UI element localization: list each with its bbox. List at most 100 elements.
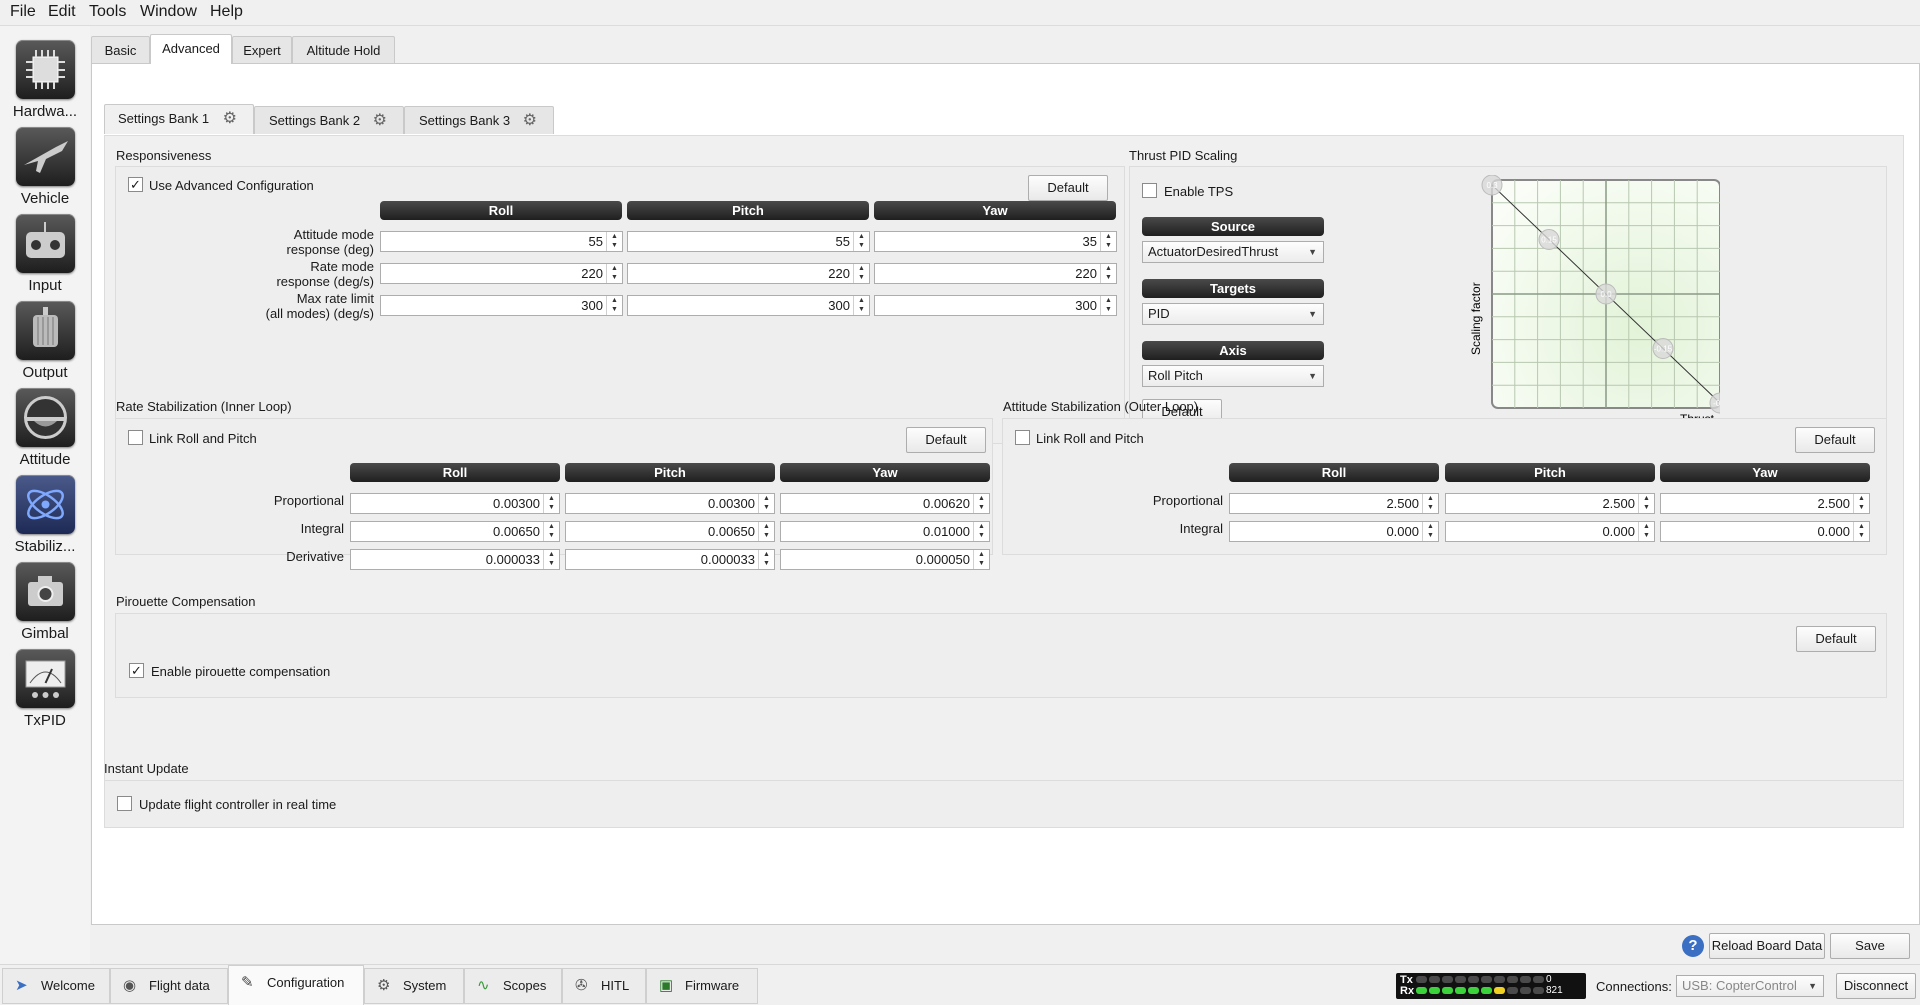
spin-arrows-icon[interactable]: ▲ ▼	[1100, 264, 1116, 283]
spin-arrows-icon[interactable]: ▲ ▼	[543, 550, 559, 569]
menu-edit[interactable]: Edit	[48, 3, 76, 21]
responsiveness-pitch-spinbox[interactable]: 55 ▲ ▼	[627, 231, 870, 252]
attitude-roll-spinbox[interactable]: 2.500 ▲ ▼	[1229, 493, 1439, 514]
spin-arrows-icon[interactable]: ▲ ▼	[1100, 232, 1116, 251]
targets-select[interactable]: PID ▼	[1142, 303, 1324, 325]
help-icon[interactable]: ?	[1682, 935, 1704, 957]
responsiveness-yaw-spinbox[interactable]: 300 ▲ ▼	[874, 295, 1117, 316]
save-button[interactable]: Save	[1830, 933, 1910, 959]
rate-yaw-spinbox[interactable]: 0.00620 ▲ ▼	[780, 493, 990, 514]
responsiveness-pitch-spinbox[interactable]: 300 ▲ ▼	[627, 295, 870, 316]
attitude-yaw-spinbox[interactable]: 2.500 ▲ ▼	[1660, 493, 1870, 514]
attitude-yaw-spinbox[interactable]: 0.000 ▲ ▼	[1660, 521, 1870, 542]
spin-arrows-icon[interactable]: ▲ ▼	[973, 494, 989, 513]
responsiveness-default-button[interactable]: Default	[1028, 175, 1108, 201]
sidebar-item-vehicle[interactable]: Vehicle	[0, 121, 90, 208]
tab-system[interactable]: ⚙ System	[364, 968, 464, 1004]
tab-expert[interactable]: Expert	[232, 36, 292, 64]
rate-mode-label: Rate mode response (deg/s)	[276, 259, 374, 289]
use-advanced-checkbox[interactable]: ✓	[128, 177, 143, 192]
responsiveness-roll-spinbox[interactable]: 55 ▲ ▼	[380, 231, 623, 252]
attitude-pitch-spinbox[interactable]: 2.500 ▲ ▼	[1445, 493, 1655, 514]
spin-arrows-icon[interactable]: ▲ ▼	[606, 232, 622, 251]
spin-arrows-icon[interactable]: ▲ ▼	[606, 264, 622, 283]
tab-basic[interactable]: Basic	[91, 36, 150, 64]
tab-settings-bank-1[interactable]: Settings Bank 1 ⚙	[104, 104, 254, 134]
spin-arrows-icon[interactable]: ▲ ▼	[1638, 494, 1654, 513]
pitch-header: Pitch	[1445, 463, 1655, 482]
sidebar-label: TxPID	[24, 712, 66, 729]
rate-roll-spinbox[interactable]: 0.00650 ▲ ▼	[350, 521, 560, 542]
rate-roll-spinbox[interactable]: 0.00300 ▲ ▼	[350, 493, 560, 514]
spin-arrows-icon[interactable]: ▲ ▼	[606, 296, 622, 315]
rate-roll-spinbox[interactable]: 0.000033 ▲ ▼	[350, 549, 560, 570]
tab-altitude-hold[interactable]: Altitude Hold	[292, 36, 395, 64]
rate-default-button[interactable]: Default	[906, 427, 986, 453]
responsiveness-pitch-spinbox[interactable]: 220 ▲ ▼	[627, 263, 870, 284]
sidebar-item-attitude[interactable]: Attitude	[0, 382, 90, 469]
rate-yaw-spinbox[interactable]: 0.000050 ▲ ▼	[780, 549, 990, 570]
axis-select[interactable]: Roll Pitch ▼	[1142, 365, 1324, 387]
menu-window[interactable]: Window	[140, 3, 197, 21]
sidebar-item-txpid[interactable]: TxPID	[0, 643, 90, 730]
instant-update-checkbox[interactable]	[117, 796, 132, 811]
tps-curve-chart[interactable]: 0.30.150.0-0.15-0.3 Scaling factor Thrus…	[1470, 175, 1720, 425]
sidebar-item-output[interactable]: Output	[0, 295, 90, 382]
spin-arrows-icon[interactable]: ▲ ▼	[1638, 522, 1654, 541]
targets-header: Targets	[1142, 279, 1324, 298]
spin-arrows-icon[interactable]: ▲ ▼	[853, 264, 869, 283]
spin-arrows-icon[interactable]: ▲ ▼	[543, 494, 559, 513]
tab-configuration[interactable]: ✎ Configuration	[228, 965, 364, 1005]
spin-arrows-icon[interactable]: ▲ ▼	[1853, 522, 1869, 541]
rate-pitch-spinbox[interactable]: 0.00650 ▲ ▼	[565, 521, 775, 542]
spin-arrows-icon[interactable]: ▲ ▼	[973, 522, 989, 541]
tab-flight-data[interactable]: ◉ Flight data	[110, 968, 228, 1004]
menu-tools[interactable]: Tools	[89, 3, 126, 21]
spin-arrows-icon[interactable]: ▲ ▼	[543, 522, 559, 541]
spin-arrows-icon[interactable]: ▲ ▼	[758, 494, 774, 513]
spin-arrows-icon[interactable]: ▲ ▼	[973, 550, 989, 569]
source-select[interactable]: ActuatorDesiredThrust ▼	[1142, 241, 1324, 263]
attitude-default-button[interactable]: Default	[1795, 427, 1875, 453]
responsiveness-yaw-spinbox[interactable]: 35 ▲ ▼	[874, 231, 1117, 252]
responsiveness-roll-spinbox[interactable]: 220 ▲ ▼	[380, 263, 623, 284]
spin-arrows-icon[interactable]: ▲ ▼	[1422, 494, 1438, 513]
rate-yaw-spinbox[interactable]: 0.01000 ▲ ▼	[780, 521, 990, 542]
sidebar-item-stabilization[interactable]: Stabiliz...	[0, 469, 90, 556]
tab-welcome[interactable]: ➤ Welcome	[2, 968, 110, 1004]
gear-icon: ⚙	[372, 112, 387, 129]
tab-label: Scopes	[503, 978, 547, 993]
tab-scopes[interactable]: ∿ Scopes	[464, 968, 562, 1004]
spin-arrows-icon[interactable]: ▲ ▼	[758, 550, 774, 569]
tab-advanced[interactable]: Advanced	[150, 34, 232, 64]
menu-help[interactable]: Help	[210, 3, 243, 21]
rate-pitch-spinbox[interactable]: 0.000033 ▲ ▼	[565, 549, 775, 570]
tab-settings-bank-2[interactable]: Settings Bank 2 ⚙	[254, 106, 404, 134]
disconnect-button[interactable]: Disconnect	[1836, 973, 1916, 999]
spin-arrows-icon[interactable]: ▲ ▼	[1853, 494, 1869, 513]
spin-arrows-icon[interactable]: ▲ ▼	[853, 232, 869, 251]
tab-firmware[interactable]: ▣ Firmware	[646, 968, 758, 1004]
attitude-pitch-spinbox[interactable]: 0.000 ▲ ▼	[1445, 521, 1655, 542]
spin-arrows-icon[interactable]: ▲ ▼	[1100, 296, 1116, 315]
spin-arrows-icon[interactable]: ▲ ▼	[1422, 522, 1438, 541]
tab-settings-bank-3[interactable]: Settings Bank 3 ⚙	[404, 106, 554, 134]
sidebar-item-gimbal[interactable]: Gimbal	[0, 556, 90, 643]
responsiveness-roll-spinbox[interactable]: 300 ▲ ▼	[380, 295, 623, 316]
tab-hitl[interactable]: ✇ HITL	[562, 968, 646, 1004]
pirouette-checkbox[interactable]: ✓	[129, 663, 144, 678]
pirouette-default-button[interactable]: Default	[1796, 626, 1876, 652]
responsiveness-yaw-spinbox[interactable]: 220 ▲ ▼	[874, 263, 1117, 284]
spin-arrows-icon[interactable]: ▲ ▼	[758, 522, 774, 541]
spin-arrows-icon[interactable]: ▲ ▼	[853, 296, 869, 315]
rate-pitch-spinbox[interactable]: 0.00300 ▲ ▼	[565, 493, 775, 514]
rate-link-checkbox[interactable]	[128, 430, 143, 445]
attitude-roll-spinbox[interactable]: 0.000 ▲ ▼	[1229, 521, 1439, 542]
menu-file[interactable]: File	[10, 3, 36, 21]
sidebar-item-hardware[interactable]: Hardwa...	[0, 34, 90, 121]
connection-port-select[interactable]: USB: CopterControl ▼	[1676, 975, 1824, 997]
reload-board-data-button[interactable]: Reload Board Data	[1709, 933, 1825, 959]
sidebar-item-input[interactable]: Input	[0, 208, 90, 295]
attitude-link-checkbox[interactable]	[1015, 430, 1030, 445]
enable-tps-checkbox[interactable]	[1142, 183, 1157, 198]
